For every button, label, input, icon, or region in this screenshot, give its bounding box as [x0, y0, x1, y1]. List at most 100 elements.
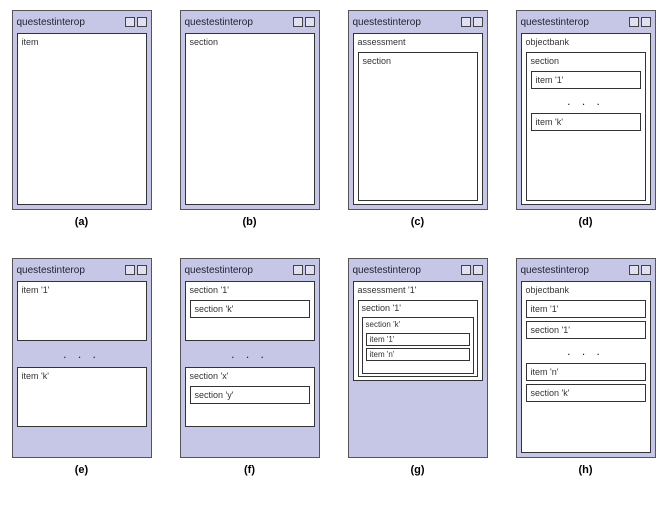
window-icon — [629, 17, 639, 27]
box-label: item 'k' — [536, 117, 636, 127]
box-label: item — [22, 37, 142, 47]
item-box: item 'n' — [366, 348, 470, 361]
item-box: item '1' — [526, 300, 646, 318]
panel-title: questestinterop — [353, 265, 421, 276]
header-icons — [293, 265, 315, 275]
panel-body: item '1' . . . item 'k' — [17, 281, 147, 453]
section-box: section 'k' — [526, 384, 646, 402]
panel-header: questestinterop — [185, 15, 315, 29]
panel-header: questestinterop — [17, 15, 147, 29]
inner-section-box: section 'k' — [190, 300, 310, 318]
panel-a: questestinterop item — [12, 10, 152, 210]
box-label: section '1' — [531, 325, 641, 335]
window-icon — [125, 17, 135, 27]
caption-h: (h) — [578, 464, 592, 476]
panel-header: questestinterop — [521, 263, 651, 277]
box-label: section 'k' — [195, 304, 305, 314]
diagram-grid: questestinterop item (a) questestinterop — [10, 10, 657, 476]
box-label: item 'n' — [370, 350, 466, 359]
header-icons — [125, 265, 147, 275]
panel-header: questestinterop — [521, 15, 651, 29]
item-box: item 'n' — [526, 363, 646, 381]
window-icon — [305, 17, 315, 27]
panel-body: objectbank section item '1' . . . item '… — [521, 33, 651, 205]
ellipsis: . . . — [531, 92, 641, 110]
cell-b: questestinterop section (b) — [175, 10, 325, 228]
ellipsis: . . . — [17, 345, 147, 363]
box-label: item '1' — [22, 285, 142, 295]
box-label: section 'y' — [195, 390, 305, 400]
panel-h: questestinterop objectbank item '1' sect… — [516, 258, 656, 458]
header-icons — [629, 265, 651, 275]
panel-title: questestinterop — [17, 17, 85, 28]
box-label: item 'n' — [531, 367, 641, 377]
box-label: section '1' — [362, 303, 474, 313]
section-box: section '1' section 'k' item '1' item 'n… — [358, 300, 478, 377]
caption-g: (g) — [410, 464, 424, 476]
header-icons — [629, 17, 651, 27]
assessment-box: assessment '1' section '1' section 'k' i… — [353, 281, 483, 381]
panel-title: questestinterop — [353, 17, 421, 28]
box-label: section 'k' — [366, 320, 470, 329]
section-box: section '1' — [526, 321, 646, 339]
caption-e: (e) — [75, 464, 88, 476]
header-icons — [125, 17, 147, 27]
box-label: assessment '1' — [358, 285, 478, 295]
panel-e: questestinterop item '1' . . . item 'k' — [12, 258, 152, 458]
panel-header: questestinterop — [17, 263, 147, 277]
panel-header: questestinterop — [353, 263, 483, 277]
box-label: section — [531, 56, 641, 66]
box-label: objectbank — [526, 285, 646, 295]
header-icons — [461, 265, 483, 275]
panel-body: item — [17, 33, 147, 205]
cell-c: questestinterop assessment section (c) — [343, 10, 493, 228]
panel-body: section '1' section 'k' . . . section 'x… — [185, 281, 315, 453]
window-icon — [641, 265, 651, 275]
panel-b: questestinterop section — [180, 10, 320, 210]
item-box: item — [17, 33, 147, 205]
panel-title: questestinterop — [521, 265, 589, 276]
cell-g: questestinterop assessment '1' section '… — [343, 258, 493, 476]
window-icon — [473, 17, 483, 27]
cell-d: questestinterop objectbank section item … — [511, 10, 661, 228]
section-box: section 'x' section 'y' — [185, 367, 315, 427]
assessment-box: assessment section — [353, 33, 483, 205]
panel-body: assessment '1' section '1' section 'k' i… — [353, 281, 483, 453]
inner-section-box: section 'y' — [190, 386, 310, 404]
header-icons — [293, 17, 315, 27]
item-box: item '1' — [366, 333, 470, 346]
window-icon — [473, 265, 483, 275]
cell-f: questestinterop section '1' section 'k' … — [175, 258, 325, 476]
box-label: section 'x' — [190, 371, 310, 381]
item-box: item 'k' — [531, 113, 641, 131]
panel-title: questestinterop — [521, 17, 589, 28]
caption-b: (b) — [242, 216, 256, 228]
window-icon — [293, 17, 303, 27]
caption-c: (c) — [411, 216, 424, 228]
caption-d: (d) — [578, 216, 592, 228]
inner-section-box: section 'k' item '1' item 'n' — [362, 317, 474, 374]
cell-e: questestinterop item '1' . . . item 'k' … — [7, 258, 157, 476]
section-box: section — [358, 52, 478, 201]
box-label: assessment — [358, 37, 478, 47]
panel-body: objectbank item '1' section '1' . . . it… — [521, 281, 651, 453]
window-icon — [137, 265, 147, 275]
item-box: item 'k' — [17, 367, 147, 427]
section-box: section — [185, 33, 315, 205]
panel-header: questestinterop — [185, 263, 315, 277]
window-icon — [629, 265, 639, 275]
window-icon — [137, 17, 147, 27]
item-box: item '1' — [17, 281, 147, 341]
ellipsis: . . . — [526, 342, 646, 360]
box-label: item '1' — [370, 335, 466, 344]
window-icon — [641, 17, 651, 27]
panel-header: questestinterop — [353, 15, 483, 29]
box-label: item '1' — [536, 75, 636, 85]
ellipsis: . . . — [185, 345, 315, 363]
window-icon — [305, 265, 315, 275]
box-label: section — [363, 56, 473, 66]
box-label: item '1' — [531, 304, 641, 314]
box-label: objectbank — [526, 37, 646, 47]
window-icon — [125, 265, 135, 275]
objectbank-box: objectbank item '1' section '1' . . . it… — [521, 281, 651, 453]
